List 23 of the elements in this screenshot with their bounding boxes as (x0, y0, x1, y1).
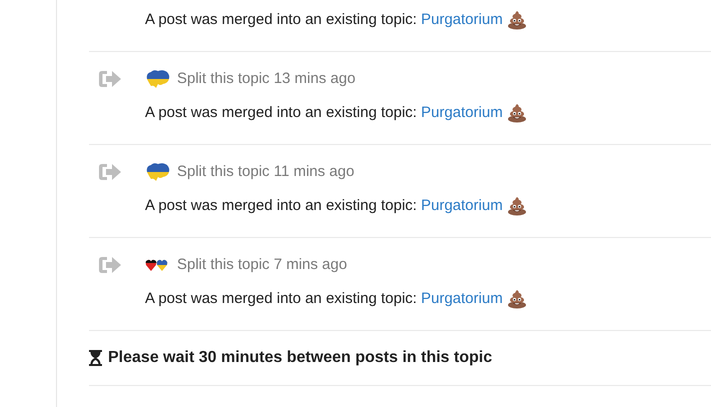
poop-icon (506, 10, 527, 30)
topic-link[interactable]: Purgatorium (420, 196, 503, 214)
event-action-text: Split this topic 7 mins ago (177, 254, 348, 275)
event-action-text: Split this topic 13 mins ago (177, 68, 356, 89)
poop-icon (506, 196, 527, 216)
hourglass-icon (89, 350, 102, 366)
hearts-avatar-icon (145, 258, 169, 272)
event-message: A post was merged into an existing topic: Purgatorium (145, 288, 503, 309)
map-avatar-icon (145, 161, 171, 183)
event-message: A post was merged into an existing topic: Purgatorium (145, 102, 503, 123)
exit-arrow-icon (98, 69, 122, 89)
poop-icon (506, 289, 527, 309)
notice-text: Please wait 30 minutes between posts in this topic (108, 348, 492, 368)
topic-link[interactable]: Purgatorium (420, 290, 503, 307)
event-message: A post was merged into an existing topic: Purgatorium (145, 10, 503, 30)
topic-link[interactable]: Purgatorium (420, 104, 503, 121)
exit-arrow-icon (98, 255, 122, 275)
event-action-text: Split this topic 11 mins ago (177, 162, 354, 182)
poop-icon (506, 103, 527, 123)
event-message: A post was merged into an existing topic: Purgatorium (145, 196, 503, 216)
topic-link[interactable]: Purgatorium (420, 10, 503, 28)
exit-arrow-icon (98, 162, 122, 182)
map-avatar-icon (145, 68, 171, 90)
